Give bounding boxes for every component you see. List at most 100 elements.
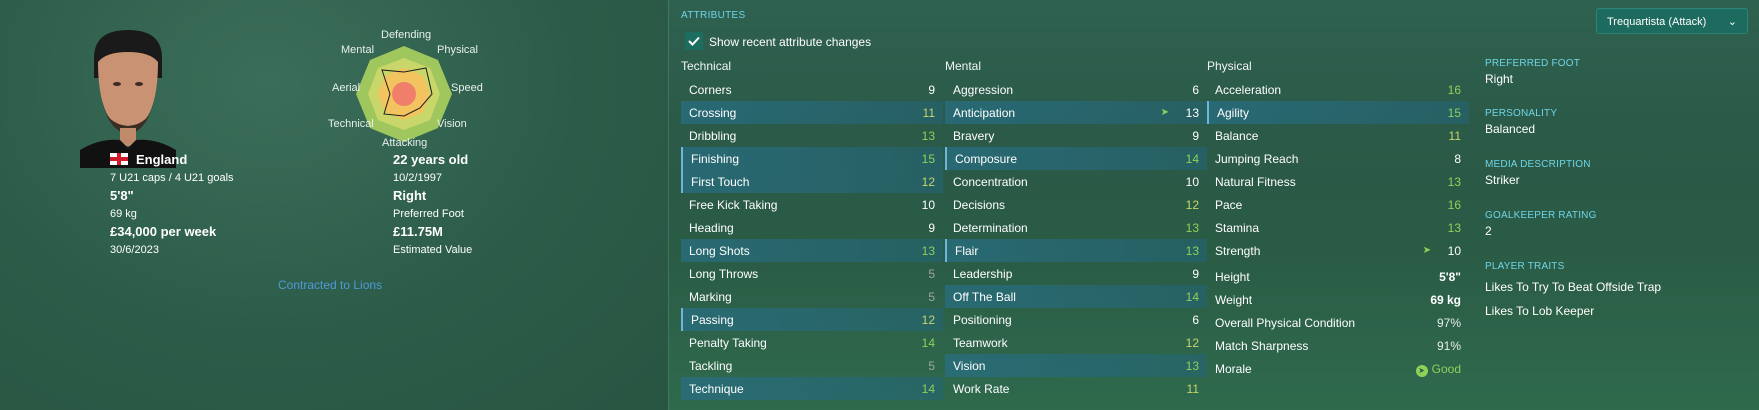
player-traits-heading: PLAYER TRAITS: [1485, 261, 1565, 272]
preferred-foot-value: Right: [1485, 72, 1514, 86]
attribute-value: 13: [1447, 221, 1461, 235]
attribute-row[interactable]: Crossing 11: [681, 101, 943, 124]
attribute-name: Flair: [955, 244, 979, 258]
attribute-name: Crossing: [689, 106, 737, 120]
attribute-name: Long Shots: [689, 244, 750, 258]
attribute-value: 13: [921, 129, 935, 143]
attribute-row[interactable]: Penalty Taking 14: [681, 331, 943, 354]
attribute-value: 14: [1185, 290, 1199, 304]
attribute-name: Off The Ball: [953, 290, 1016, 304]
attribute-row[interactable]: Dribbling 13: [681, 124, 943, 147]
attribute-value: 10: [1447, 244, 1461, 258]
attribute-name: Jumping Reach: [1215, 152, 1299, 166]
player-trait[interactable]: Likes To Try To Beat Offside Trap: [1485, 280, 1661, 294]
attribute-row[interactable]: Anticipation ➤ 13: [945, 101, 1207, 124]
contract-end: 30/6/2023: [110, 244, 159, 256]
goalkeeper-rating-block: GOALKEEPER RATING 2: [1485, 210, 1597, 238]
stat-name: Match Sharpness: [1215, 339, 1309, 353]
attribute-value: 13: [1185, 106, 1199, 120]
goalkeeper-rating-value: 2: [1485, 224, 1492, 238]
attribute-name: Technique: [689, 382, 744, 396]
attribute-value: 14: [921, 336, 935, 350]
attribute-row[interactable]: Long Throws 5: [681, 262, 943, 285]
attribute-value: 16: [1447, 198, 1461, 212]
attribute-row[interactable]: Composure 14: [945, 147, 1207, 170]
attribute-name: Vision: [953, 359, 986, 373]
player-traits-block: PLAYER TRAITS Likes To Try To Beat Offsi…: [1485, 261, 1661, 318]
attribute-row[interactable]: Tackling 5: [681, 354, 943, 377]
physical-stat-row: Overall Physical Condition 97%: [1207, 311, 1469, 334]
attribute-row[interactable]: Concentration 10: [945, 170, 1207, 193]
nationality: England: [136, 152, 188, 167]
attribute-row[interactable]: Natural Fitness 13: [1207, 170, 1469, 193]
attribute-row[interactable]: Corners 9: [681, 78, 943, 101]
attribute-row[interactable]: Work Rate 11: [945, 377, 1207, 400]
attribute-value: 13: [1447, 175, 1461, 189]
show-changes-checkbox[interactable]: [685, 32, 703, 50]
attribute-row[interactable]: Teamwork 12: [945, 331, 1207, 354]
player-trait[interactable]: Likes To Lob Keeper: [1485, 304, 1661, 318]
show-changes-label[interactable]: Show recent attribute changes: [709, 35, 871, 49]
attribute-row[interactable]: Stamina 13: [1207, 216, 1469, 239]
personality-heading: PERSONALITY: [1485, 108, 1558, 119]
stat-name: Overall Physical Condition: [1215, 316, 1356, 330]
attribute-row[interactable]: Off The Ball 14: [945, 285, 1207, 308]
attribute-row[interactable]: Flair 13: [945, 239, 1207, 262]
attribute-row[interactable]: Decisions 12: [945, 193, 1207, 216]
attribute-name: Aggression: [953, 83, 1014, 97]
radar-label-defending: Defending: [381, 29, 432, 41]
attribute-row[interactable]: Acceleration 16: [1207, 78, 1469, 101]
attribute-row[interactable]: Leadership 9: [945, 262, 1207, 285]
attribute-row[interactable]: First Touch 12: [681, 170, 943, 193]
attribute-name: Passing: [691, 313, 734, 327]
attribute-row[interactable]: Long Shots 13: [681, 239, 943, 262]
attribute-name: Free Kick Taking: [689, 198, 778, 212]
mental-header: Mental: [945, 59, 982, 73]
attribute-value: 13: [921, 244, 935, 258]
estimated-value: £11.75M: [393, 224, 443, 239]
radar-label-technical: Technical: [328, 118, 374, 130]
mental-list: Aggression 6 Anticipation ➤ 13 Bravery 9 Com…: [945, 78, 1207, 400]
stat-value: 69 kg: [1430, 293, 1461, 307]
goalkeeper-rating-heading: GOALKEEPER RATING: [1485, 210, 1597, 221]
chevron-down-icon: ⌄: [1727, 16, 1737, 28]
attribute-row[interactable]: Finishing 15: [681, 147, 943, 170]
attribute-value: 10: [1185, 175, 1199, 189]
england-flag-icon: [110, 153, 128, 165]
radar-core: [392, 82, 416, 106]
stat-value: 91%: [1436, 339, 1461, 353]
attribute-row[interactable]: Marking 5: [681, 285, 943, 308]
checkmark-icon: [688, 36, 700, 46]
attribute-row[interactable]: Agility 15: [1207, 101, 1469, 124]
attribute-row[interactable]: Heading 9: [681, 216, 943, 239]
personality-value: Balanced: [1485, 122, 1536, 136]
attribute-row[interactable]: Vision 13: [945, 354, 1207, 377]
stat-value: 97%: [1436, 316, 1461, 330]
attribute-name: First Touch: [691, 175, 750, 189]
attribute-value: 12: [1185, 336, 1199, 350]
attribute-name: Natural Fitness: [1215, 175, 1296, 189]
attribute-row[interactable]: Bravery 9: [945, 124, 1207, 147]
attribute-row[interactable]: Pace 16: [1207, 193, 1469, 216]
contract-note[interactable]: Contracted to Lions: [278, 278, 382, 292]
role-dropdown[interactable]: Trequartista (Attack) ⌄: [1596, 8, 1748, 34]
attribute-row[interactable]: Passing 12: [681, 308, 943, 331]
attribute-row[interactable]: Aggression 6: [945, 78, 1207, 101]
attribute-increase-arrow-icon: ➤: [1422, 245, 1431, 256]
attribute-row[interactable]: Jumping Reach 8: [1207, 147, 1469, 170]
physical-stat-row: Weight 69 kg: [1207, 288, 1469, 311]
attribute-value: 11: [922, 106, 935, 120]
attribute-name: Penalty Taking: [689, 336, 767, 350]
attribute-value: 13: [1185, 359, 1199, 373]
attributes-title: ATTRIBUTES: [681, 10, 746, 21]
attribute-row[interactable]: Determination 13: [945, 216, 1207, 239]
attribute-name: Acceleration: [1215, 83, 1282, 97]
attribute-row[interactable]: Strength ➤ 10: [1207, 239, 1469, 262]
physical-stat-row: Height 5'8": [1207, 265, 1469, 288]
caps: 7 U21 caps / 4 U21 goals: [110, 172, 234, 184]
attribute-row[interactable]: Balance 11: [1207, 124, 1469, 147]
attribute-row[interactable]: Free Kick Taking 10: [681, 193, 943, 216]
height: 5'8": [110, 188, 134, 203]
attribute-row[interactable]: Technique 14: [681, 377, 943, 400]
attribute-row[interactable]: Positioning 6: [945, 308, 1207, 331]
